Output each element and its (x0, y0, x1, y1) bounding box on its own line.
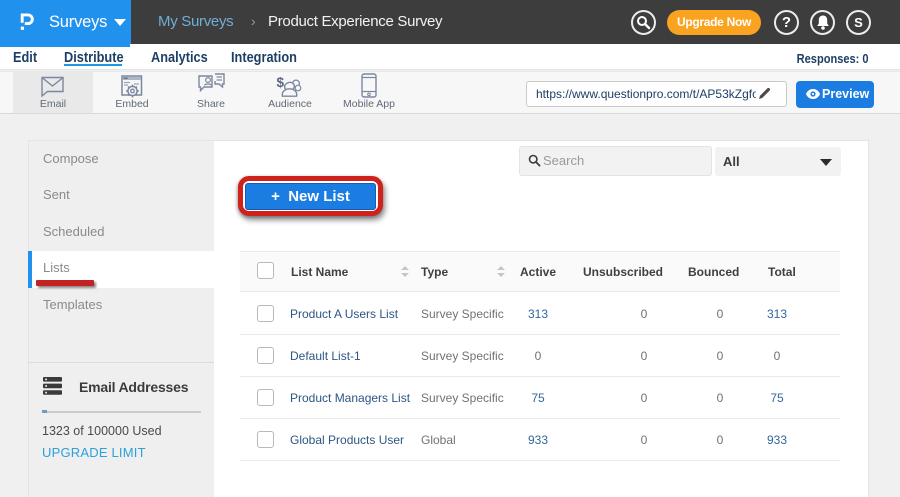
svg-text:$: $ (277, 75, 285, 90)
